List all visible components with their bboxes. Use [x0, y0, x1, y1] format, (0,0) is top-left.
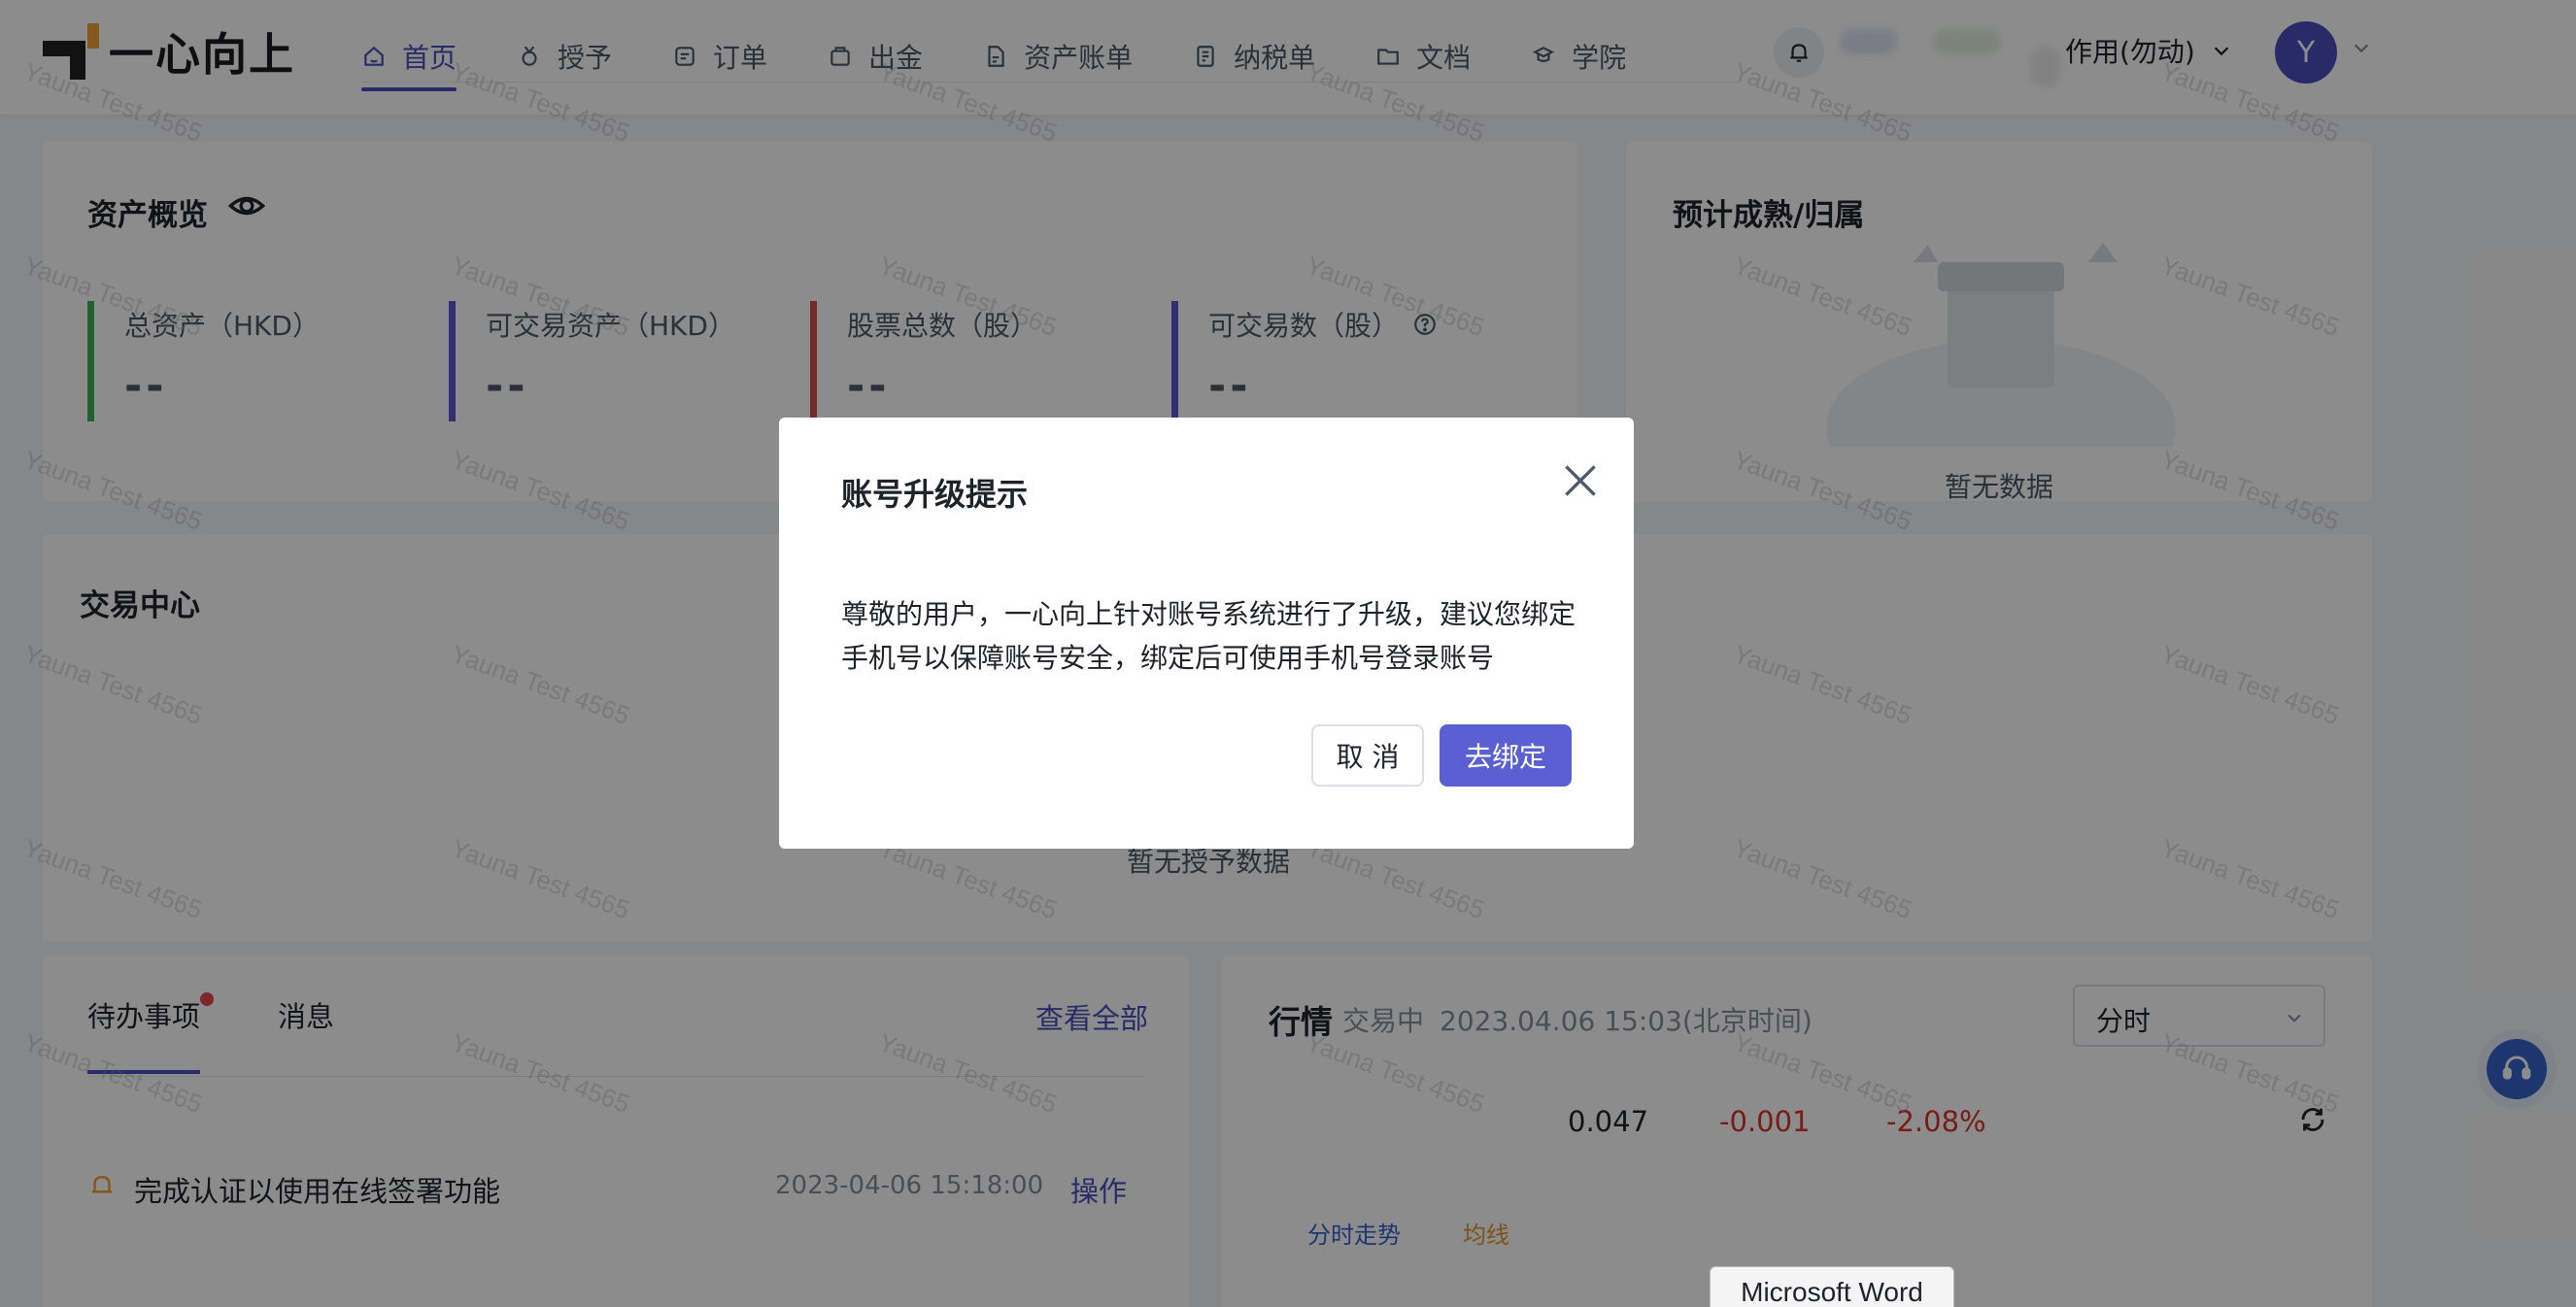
account-upgrade-dialog: 账号升级提示 尊敬的用户，一心向上针对账号系统进行了升级，建议您绑定手机号以保障… [779, 418, 1634, 849]
cancel-button[interactable]: 取 消 [1311, 724, 1424, 787]
close-icon[interactable] [1556, 456, 1605, 505]
dialog-title: 账号升级提示 [841, 476, 1029, 513]
dialog-message: 尊敬的用户，一心向上针对账号系统进行了升级，建议您绑定手机号以保障账号安全，绑定… [841, 598, 1576, 674]
bind-phone-button[interactable]: 去绑定 [1440, 724, 1572, 787]
taskbar-tooltip: Microsoft Word [1710, 1266, 1954, 1307]
